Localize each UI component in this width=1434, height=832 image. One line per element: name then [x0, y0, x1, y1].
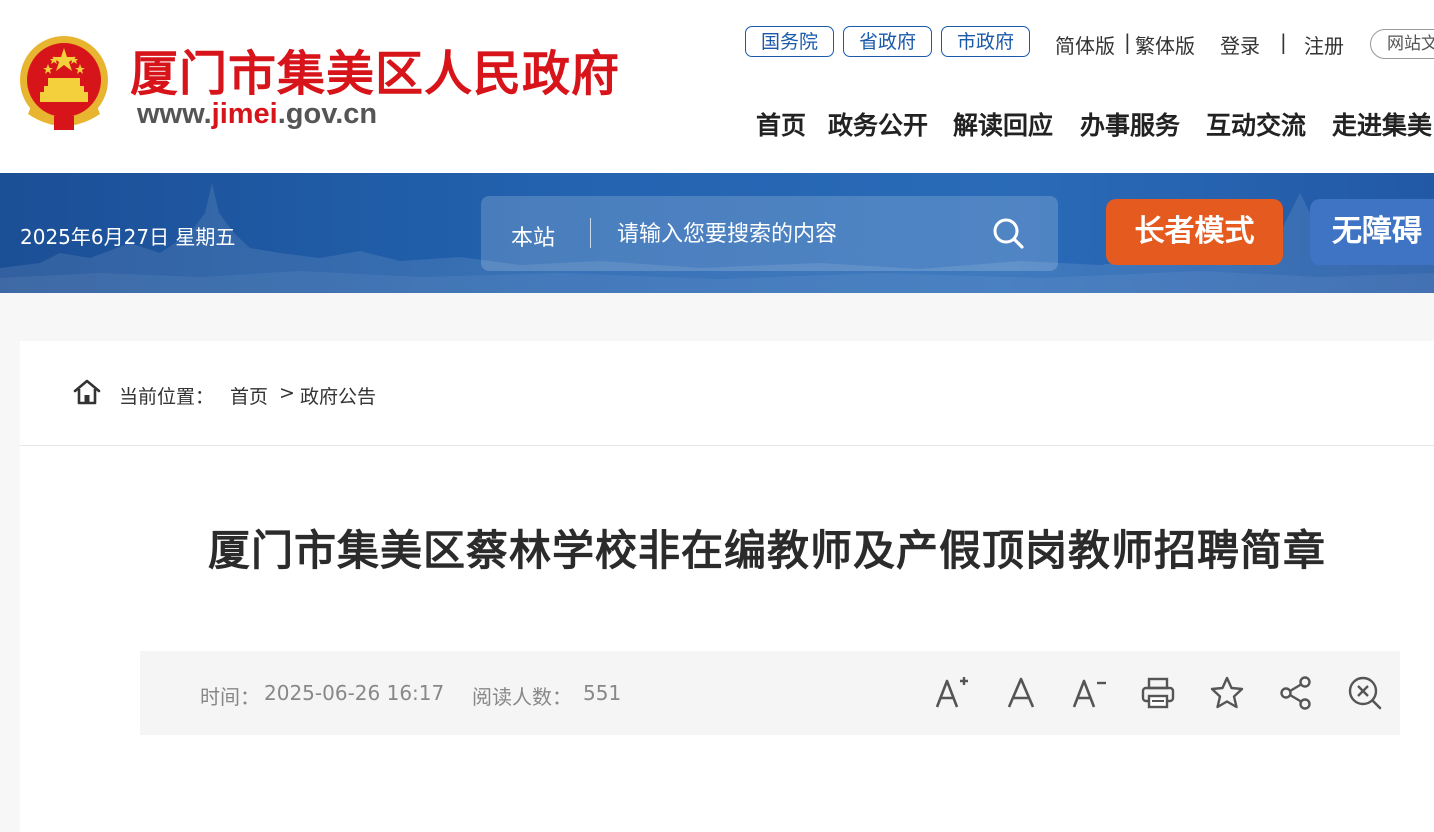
font-increase-icon[interactable] — [932, 673, 972, 713]
search-bar: 本站 — [481, 196, 1058, 271]
font-decrease-icon[interactable] — [1069, 673, 1109, 713]
site-url-suffix: .gov.cn — [277, 98, 378, 130]
close-icon[interactable] — [1345, 673, 1385, 713]
current-date: 2025年6月27日 星期五 — [20, 225, 236, 249]
font-reset-icon[interactable] — [1001, 673, 1041, 713]
link-province-gov[interactable]: 省政府 — [843, 26, 932, 57]
article-title: 厦门市集美区蔡林学校非在编教师及产假顶岗教师招聘简章 — [207, 526, 1326, 575]
breadcrumb-label: 当前位置： — [119, 386, 215, 408]
article-card: 当前位置： 首页 > 政府公告 厦门市集美区蔡林学校非在编教师及产假顶岗教师招聘… — [20, 341, 1434, 832]
site-url-highlight: jimei — [211, 98, 278, 130]
nav-gov-affairs[interactable]: 政务公开 — [828, 106, 928, 142]
breadcrumb-separator: > — [279, 382, 295, 404]
views-label: 阅读人数： — [472, 685, 572, 709]
share-icon[interactable] — [1276, 673, 1316, 713]
auth-separator: | — [1280, 30, 1287, 54]
print-icon[interactable] — [1138, 673, 1178, 713]
publish-time-label: 时间： — [200, 685, 260, 709]
nav-home[interactable]: 首页 — [756, 106, 806, 142]
favorite-icon[interactable] — [1207, 673, 1247, 713]
site-search-link[interactable]: 网站文 — [1370, 29, 1434, 59]
accessibility-button[interactable]: 无障碍 — [1310, 199, 1434, 265]
nav-interaction[interactable]: 互动交流 — [1206, 106, 1306, 142]
link-state-council[interactable]: 国务院 — [745, 26, 834, 57]
link-city-gov[interactable]: 市政府 — [941, 26, 1030, 57]
article-meta-bar: 时间： 2025-06-26 16:17 阅读人数： 551 — [140, 651, 1400, 735]
breadcrumb-home[interactable]: 首页 — [230, 382, 268, 409]
site-name[interactable]: 厦门市集美区人民政府 — [130, 34, 620, 104]
nav-services[interactable]: 办事服务 — [1080, 106, 1180, 142]
site-url[interactable]: www.jimei.gov.cn — [137, 98, 377, 131]
register-link[interactable]: 注册 — [1304, 30, 1344, 59]
nav-interpretation[interactable]: 解读回应 — [953, 106, 1053, 142]
views-count: 551 — [583, 681, 622, 705]
site-url-prefix: www. — [137, 98, 212, 130]
banner: 2025年6月27日 星期五 本站 长者模式 无障碍 — [0, 173, 1434, 293]
search-icon[interactable] — [991, 216, 1025, 250]
search-divider — [590, 218, 591, 248]
breadcrumb-current[interactable]: 政府公告 — [300, 382, 376, 409]
login-link[interactable]: 登录 — [1220, 30, 1260, 59]
site-header: 厦门市集美区人民政府 www.jimei.gov.cn 国务院 省政府 市政府 … — [0, 0, 1434, 173]
lang-traditional[interactable]: 繁体版 — [1135, 30, 1195, 59]
search-scope-selector[interactable]: 本站 — [511, 220, 555, 252]
national-emblem-icon — [20, 36, 108, 130]
nav-about-jimei[interactable]: 走进集美 — [1332, 106, 1432, 142]
lang-simplified[interactable]: 简体版 — [1055, 30, 1115, 59]
divider — [20, 445, 1434, 446]
publish-time: 2025-06-26 16:17 — [264, 681, 445, 705]
search-input[interactable] — [617, 216, 957, 252]
lang-separator: | — [1124, 30, 1131, 54]
home-icon — [73, 379, 101, 405]
elder-mode-button[interactable]: 长者模式 — [1106, 199, 1283, 265]
